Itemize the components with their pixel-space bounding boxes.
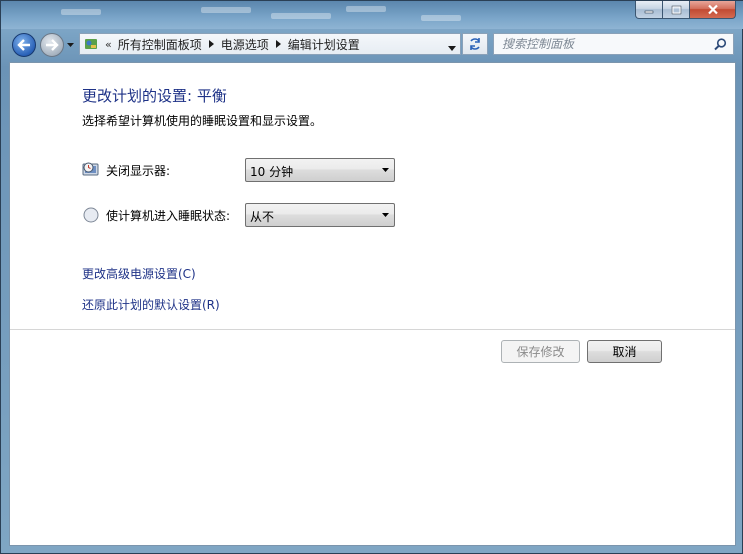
title-bar[interactable]: [1, 1, 743, 29]
refresh-icon: [470, 38, 480, 50]
chevron-down-icon: [382, 168, 389, 172]
sleep-label: 使计算机进入睡眠状态:: [106, 209, 231, 223]
recent-pages-dropdown[interactable]: [66, 40, 74, 50]
minimize-button[interactable]: [635, 1, 663, 19]
arrow-left-icon: [17, 39, 30, 51]
breadcrumb-control-panel[interactable]: 所有控制面板项: [118, 36, 202, 53]
address-dropdown-icon[interactable]: [448, 40, 456, 54]
save-changes-button[interactable]: 保存修改: [501, 340, 580, 363]
chevron-down-icon: [382, 213, 389, 217]
breadcrumb-separator-icon[interactable]: [208, 40, 214, 48]
display-off-row: 关闭显示器: 10 分钟: [82, 158, 402, 182]
display-off-value: 10 分钟: [250, 165, 294, 179]
display-off-select[interactable]: 10 分钟: [245, 158, 395, 182]
caption-buttons: [635, 1, 736, 20]
forward-button[interactable]: [40, 33, 64, 57]
minimize-icon: [644, 10, 654, 13]
refresh-button[interactable]: [462, 33, 488, 55]
display-off-label: 关闭显示器:: [106, 164, 171, 178]
maximize-button[interactable]: [663, 1, 690, 19]
chevron-down-icon: [66, 43, 74, 47]
control-panel-icon: [85, 39, 97, 49]
breadcrumb-separator-icon[interactable]: [275, 40, 281, 48]
maximize-icon: [671, 5, 681, 14]
search-icon[interactable]: [714, 38, 727, 54]
breadcrumb-overflow[interactable]: «: [105, 38, 112, 51]
window: « 所有控制面板项 电源选项 编辑计划设置 更改计划的设置: 平衡 选择希望计算…: [0, 0, 743, 554]
back-button[interactable]: [12, 33, 36, 57]
page-subtitle: 选择希望计算机使用的睡眠设置和显示设置。: [82, 114, 323, 128]
sleep-moon-icon: [83, 207, 99, 223]
search-input[interactable]: [502, 37, 707, 51]
content-pane: 更改计划的设置: 平衡 选择希望计算机使用的睡眠设置和显示设置。 关闭显示器: …: [9, 62, 736, 546]
divider: [10, 329, 735, 330]
advanced-power-settings-link[interactable]: 更改高级电源设置(C): [82, 265, 196, 282]
close-icon: [707, 4, 718, 15]
sleep-row: 使计算机进入睡眠状态: 从不: [82, 203, 402, 227]
arrow-right-icon: [46, 39, 59, 51]
page-title: 更改计划的设置: 平衡: [82, 87, 227, 105]
close-button[interactable]: [690, 1, 736, 19]
breadcrumb-power-options[interactable]: 电源选项: [221, 36, 269, 53]
search-box: [493, 33, 734, 55]
address-bar[interactable]: « 所有控制面板项 电源选项 编辑计划设置: [79, 33, 461, 55]
display-timer-icon: [82, 162, 99, 176]
restore-defaults-link[interactable]: 还原此计划的默认设置(R): [82, 296, 220, 313]
breadcrumb-edit-plan[interactable]: 编辑计划设置: [288, 36, 360, 53]
cancel-button[interactable]: 取消: [587, 340, 662, 363]
sleep-value: 从不: [250, 210, 275, 224]
sleep-select[interactable]: 从不: [245, 203, 395, 227]
